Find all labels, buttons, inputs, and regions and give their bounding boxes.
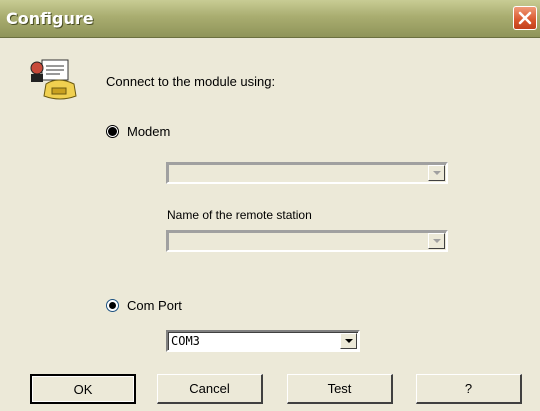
chevron-down-icon[interactable] — [428, 165, 445, 181]
modem-radio[interactable]: Modem — [106, 124, 170, 139]
com-port-select[interactable]: COM3 — [166, 330, 360, 352]
chevron-down-icon[interactable] — [340, 333, 357, 349]
remote-station-select[interactable] — [166, 230, 448, 252]
modem-device-select[interactable] — [166, 162, 448, 184]
com-port-radio[interactable]: Com Port — [106, 298, 182, 313]
ok-button[interactable]: OK — [30, 374, 136, 404]
test-button[interactable]: Test — [287, 374, 393, 404]
close-icon — [518, 11, 532, 25]
remote-station-label: Name of the remote station — [167, 208, 312, 222]
modem-radio-button[interactable] — [106, 125, 119, 138]
window-title: Configure — [6, 9, 94, 28]
help-button[interactable]: ? — [416, 374, 522, 404]
modem-radio-label: Modem — [127, 124, 171, 139]
close-button[interactable] — [513, 6, 537, 30]
cancel-button[interactable]: Cancel — [157, 374, 263, 404]
title-bar[interactable]: Configure — [0, 0, 540, 38]
phone-user-icon — [30, 59, 77, 100]
connection-prompt: Connect to the module using: — [106, 74, 276, 89]
com-port-value: COM3 — [171, 334, 200, 348]
com-port-radio-button[interactable] — [106, 299, 119, 312]
chevron-down-icon[interactable] — [428, 233, 445, 249]
com-port-radio-label: Com Port — [127, 298, 182, 313]
